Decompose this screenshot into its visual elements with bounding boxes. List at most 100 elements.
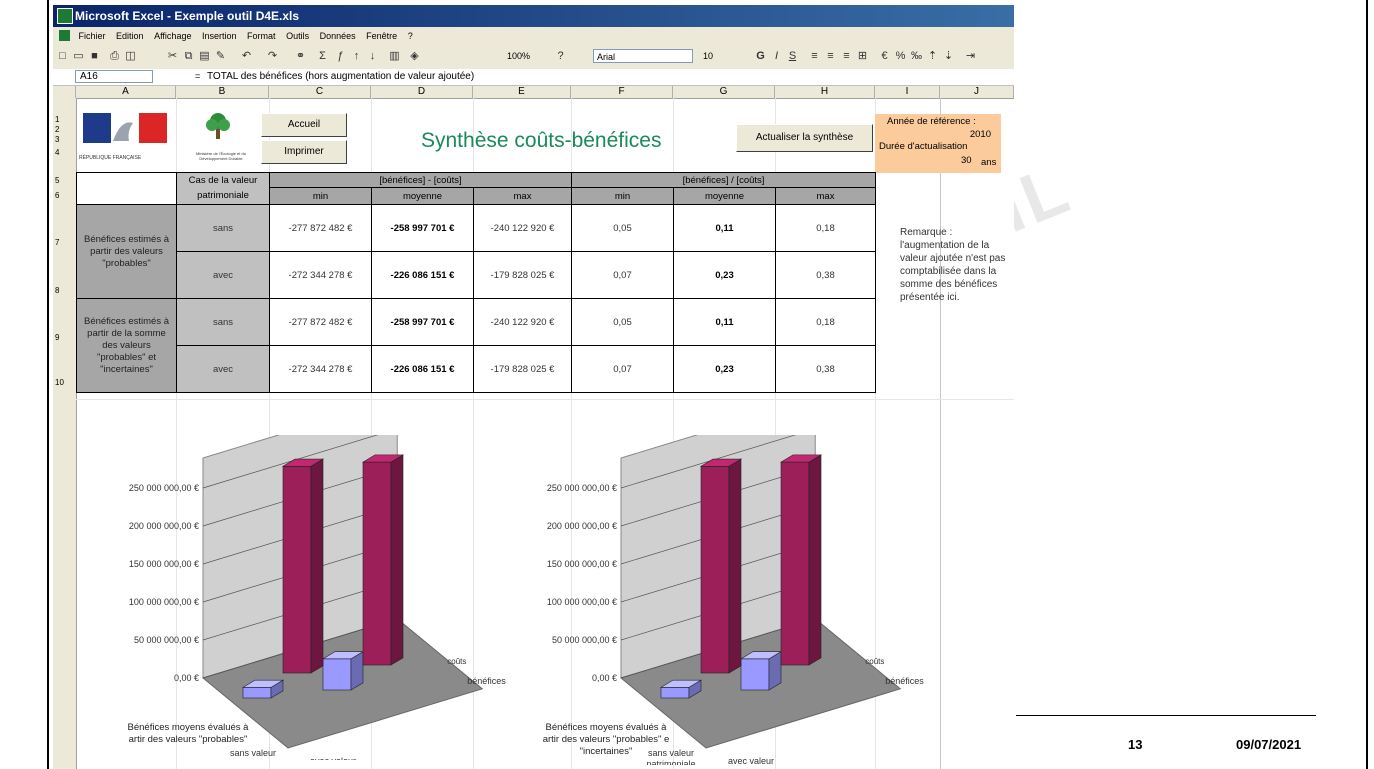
thousands-icon[interactable]: ‰ xyxy=(909,49,924,64)
name-box[interactable]: A16 xyxy=(75,70,153,83)
indent-icon[interactable]: ⇥ xyxy=(963,49,978,64)
value-cell[interactable]: 0,07 xyxy=(571,251,674,299)
format-painter-icon[interactable]: ✎ xyxy=(213,49,228,64)
undo-icon[interactable]: ↶ xyxy=(239,49,254,64)
value-cell[interactable]: -226 086 151 € xyxy=(371,251,474,299)
value-cell[interactable]: 0,23 xyxy=(673,345,776,393)
equals-icon[interactable]: = xyxy=(195,71,200,81)
value-cell[interactable]: -258 997 701 € xyxy=(371,204,474,252)
value-cell[interactable]: 0,11 xyxy=(673,204,776,252)
value-cell[interactable]: -272 344 278 € xyxy=(269,345,372,393)
menu-fenetre[interactable]: Fenêtre xyxy=(362,27,401,41)
row-header[interactable]: 5 xyxy=(53,176,76,185)
value-cell[interactable]: 0,05 xyxy=(571,204,674,252)
value-cell[interactable]: -277 872 482 € xyxy=(269,204,372,252)
cut-icon[interactable]: ✂ xyxy=(165,49,180,64)
select-all-corner[interactable] xyxy=(53,86,76,98)
value-cell[interactable]: -179 828 025 € xyxy=(473,251,572,299)
row-header[interactable]: 2 xyxy=(53,125,76,134)
open-icon[interactable]: ▭ xyxy=(71,49,86,64)
chart-wizard-icon[interactable]: ▥ xyxy=(387,49,402,64)
value-cell[interactable]: 0,07 xyxy=(571,345,674,393)
underline-icon[interactable]: S xyxy=(785,49,800,64)
value-cell[interactable]: -226 086 151 € xyxy=(371,345,474,393)
redo-icon[interactable]: ↷ xyxy=(265,49,280,64)
help-icon[interactable]: ? xyxy=(553,49,568,64)
case-cell[interactable]: avec xyxy=(176,345,270,393)
sort-desc-icon[interactable]: ↓ xyxy=(365,49,380,64)
menu-help[interactable]: ? xyxy=(404,27,417,41)
print-icon[interactable]: ⎙ xyxy=(107,49,122,64)
value-cell[interactable]: 0,38 xyxy=(775,251,876,299)
value-cell[interactable]: -179 828 025 € xyxy=(473,345,572,393)
menu-donnees[interactable]: Données xyxy=(316,27,360,41)
new-file-icon[interactable]: □ xyxy=(55,49,70,64)
align-right-icon[interactable]: ≡ xyxy=(839,49,854,64)
value-cell[interactable]: -277 872 482 € xyxy=(269,298,372,346)
accueil-button[interactable]: Accueil xyxy=(261,113,347,137)
row-header[interactable]: 4 xyxy=(53,148,76,157)
percent-icon[interactable]: % xyxy=(893,49,908,64)
hyperlink-icon[interactable]: ⚭ xyxy=(293,49,308,64)
copy-icon[interactable]: ⧉ xyxy=(181,49,196,64)
menu-affichage[interactable]: Affichage xyxy=(150,27,195,41)
drawing-icon[interactable]: ◈ xyxy=(407,49,422,64)
save-icon[interactable]: ■ xyxy=(87,49,102,64)
column-header[interactable]: E xyxy=(473,86,571,98)
column-header[interactable]: H xyxy=(775,86,875,98)
paste-icon[interactable]: ▤ xyxy=(197,49,212,64)
case-cell[interactable]: avec xyxy=(176,251,270,299)
row-header[interactable]: 8 xyxy=(53,286,76,295)
value-cell[interactable]: -272 344 278 € xyxy=(269,251,372,299)
autosum-icon[interactable]: Σ xyxy=(315,49,330,64)
align-center-icon[interactable]: ≡ xyxy=(823,49,838,64)
font-size-select[interactable]: 10 xyxy=(703,51,713,61)
value-cell[interactable]: -258 997 701 € xyxy=(371,298,474,346)
column-header[interactable]: J xyxy=(940,86,1014,98)
bold-icon[interactable]: G xyxy=(753,49,768,64)
column-header[interactable]: D xyxy=(371,86,473,98)
column-header[interactable]: B xyxy=(176,86,269,98)
column-header[interactable]: I xyxy=(875,86,940,98)
column-header[interactable]: G xyxy=(673,86,775,98)
row-header[interactable]: 7 xyxy=(53,238,76,247)
formula-input[interactable]: TOTAL des bénéfices (hors augmentation d… xyxy=(207,71,474,82)
row-header[interactable]: 3 xyxy=(53,135,76,144)
value-cell[interactable]: 0,18 xyxy=(775,298,876,346)
case-cell[interactable]: sans xyxy=(176,298,270,346)
menu-format[interactable]: Format xyxy=(243,27,280,41)
row-header[interactable]: 9 xyxy=(53,333,76,342)
row-header[interactable]: 10 xyxy=(53,378,76,387)
menu-outils[interactable]: Outils xyxy=(282,27,313,41)
value-cell[interactable]: 0,18 xyxy=(775,204,876,252)
value-cell[interactable]: 0,38 xyxy=(775,345,876,393)
value-cell[interactable]: 0,05 xyxy=(571,298,674,346)
actualiser-button[interactable]: Actualiser la synthèse xyxy=(736,124,873,152)
decrease-decimal-icon[interactable]: ⇣ xyxy=(941,49,956,64)
row-header[interactable]: 1 xyxy=(53,115,76,124)
column-header[interactable]: A xyxy=(76,86,176,98)
imprimer-button[interactable]: Imprimer xyxy=(261,140,347,164)
value-cell[interactable]: 0,23 xyxy=(673,251,776,299)
currency-icon[interactable]: € xyxy=(877,49,892,64)
print-preview-icon[interactable]: ◫ xyxy=(123,49,138,64)
value-cell[interactable]: -240 122 920 € xyxy=(473,298,572,346)
zoom-select[interactable]: 100% xyxy=(507,51,530,61)
column-header[interactable]: C xyxy=(269,86,371,98)
function-icon[interactable]: ƒ xyxy=(333,49,348,64)
increase-decimal-icon[interactable]: ⇡ xyxy=(925,49,940,64)
chart-probables[interactable]: 0,00 € 50 000 000,00 € 100 000 000,00 € 150… xyxy=(93,435,533,760)
italic-icon[interactable]: I xyxy=(769,49,784,64)
chart-incertaines[interactable]: 0,00 € 50 000 000,00 € 100 000 000,00 € 150… xyxy=(511,435,951,765)
menu-fichier[interactable]: Fichier xyxy=(75,27,110,41)
workbook-icon[interactable] xyxy=(59,30,70,41)
sort-asc-icon[interactable]: ↑ xyxy=(349,49,364,64)
column-header[interactable]: F xyxy=(571,86,673,98)
row-header[interactable]: 6 xyxy=(53,191,76,200)
menu-insertion[interactable]: Insertion xyxy=(198,27,241,41)
value-cell[interactable]: 0,11 xyxy=(673,298,776,346)
font-select[interactable]: Arial xyxy=(593,49,693,63)
merge-center-icon[interactable]: ⊞ xyxy=(855,49,870,64)
value-cell[interactable]: -240 122 920 € xyxy=(473,204,572,252)
menu-edition[interactable]: Edition xyxy=(112,27,148,41)
